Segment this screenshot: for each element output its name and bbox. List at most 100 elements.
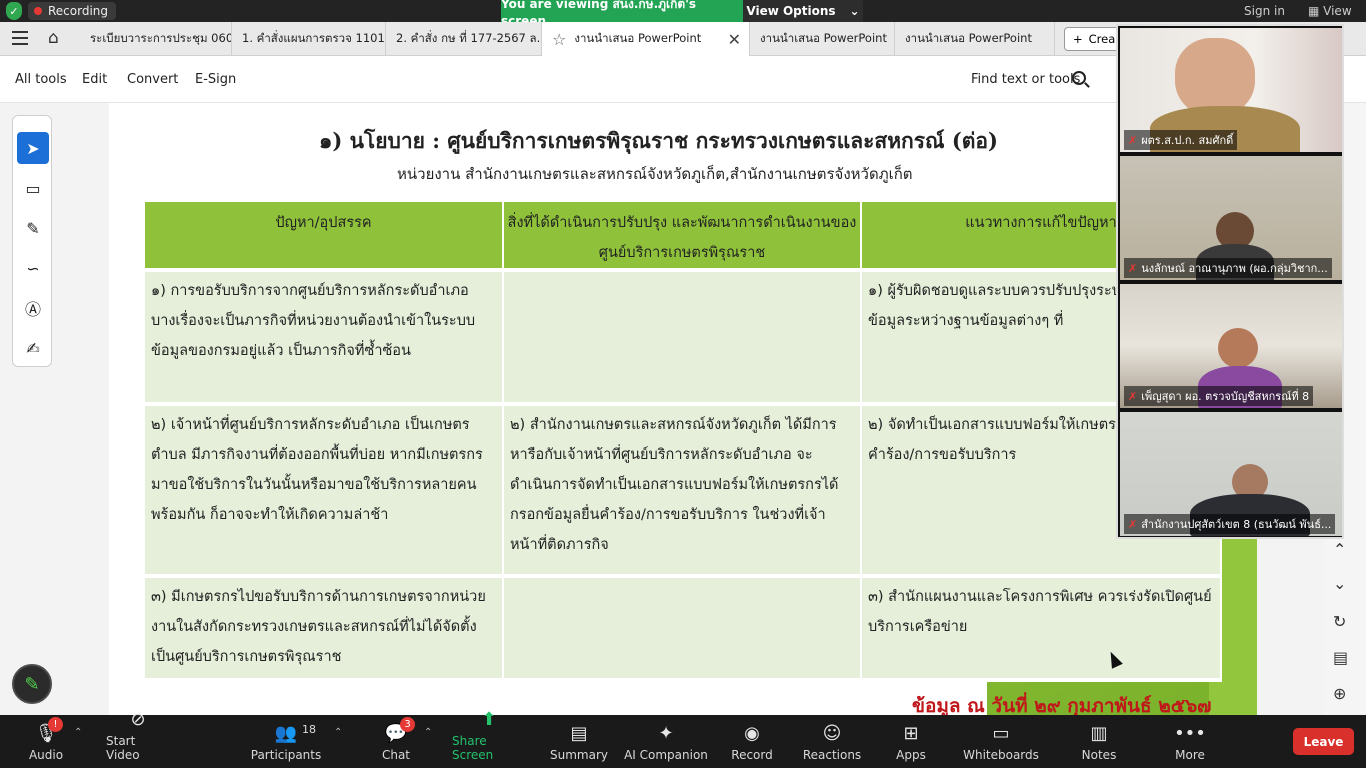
- meeting-toolbar: 🎙 Audio ! ⌃ ⊘ Start Video 👥 Participants…: [0, 709, 1366, 768]
- chevron-up-icon[interactable]: ⌃: [1333, 540, 1346, 559]
- close-icon[interactable]: ✕: [728, 30, 741, 49]
- record-label: Record: [731, 748, 773, 762]
- start-video-button[interactable]: ⊘ Start Video: [106, 709, 170, 768]
- create-label: Crea: [1088, 32, 1116, 46]
- plus-icon: +: [1073, 32, 1083, 46]
- summary-icon: ▤: [570, 723, 588, 744]
- video-tile[interactable]: ✗ เพ็ญสุดา ผอ. ตรวจบัญชีสหกรณ์ที่ 8: [1120, 284, 1342, 408]
- video-tile[interactable]: ✗ นงลักษณ์ อาณานุภาพ (ผอ.กลุ่มวิชาก...: [1120, 156, 1342, 280]
- tab-label: งานนำเสนอ PowerPoint: [760, 31, 887, 45]
- participant-name: ✗ นงลักษณ์ อาณานุภาพ (ผอ.กลุ่มวิชาก...: [1124, 258, 1332, 278]
- record-dot-icon: [34, 7, 42, 15]
- left-tool-palette: ➤ ▭ ✎ ∽ Ⓐ ✍: [12, 115, 52, 367]
- table-row: ๑) การขอรับบริการจากศูนย์บริการหลักระดับ…: [145, 270, 1222, 406]
- tab-label: ระเบียบวาระการประชุม 060...: [90, 31, 232, 45]
- share-screen-label: Share Screen: [452, 734, 494, 762]
- draw-freeform-icon[interactable]: ∽: [17, 252, 49, 284]
- mic-muted-icon: ✗: [1128, 134, 1138, 147]
- table-cell: [503, 270, 862, 406]
- tab-inspection-order[interactable]: 1. คำสั่งแผนการตรวจ 1101...: [232, 22, 386, 56]
- recording-indicator: ✓ Recording: [6, 2, 117, 20]
- whiteboards-label: Whiteboards: [963, 748, 1039, 762]
- audio-caret-icon[interactable]: ⌃: [74, 727, 82, 738]
- participants-caret-icon[interactable]: ⌃: [334, 727, 342, 738]
- fill-sign-icon[interactable]: ✍: [17, 332, 49, 364]
- menu-convert[interactable]: Convert: [127, 72, 178, 87]
- summary-label: Summary: [550, 748, 608, 762]
- tab-powerpoint-active[interactable]: ☆ งานนำเสนอ PowerPoint ✕: [542, 22, 750, 56]
- add-comment-icon[interactable]: ▭: [17, 172, 49, 204]
- whiteboards-button[interactable]: ▭ Whiteboards: [962, 715, 1040, 768]
- start-video-label: Start Video: [106, 734, 140, 762]
- home-icon[interactable]: ⌂: [48, 28, 59, 48]
- reactions-button[interactable]: ☺ Reactions: [802, 715, 862, 768]
- highlight-pen-icon[interactable]: ✎: [17, 212, 49, 244]
- reactions-label: Reactions: [802, 748, 862, 762]
- summary-button[interactable]: ▤ Summary: [550, 715, 608, 768]
- tab-label: 2. คำสั่ง กษ ที่ 177-2567 ล...: [396, 31, 542, 45]
- mic-muted-icon: ✗: [1128, 518, 1138, 531]
- find-tools-label[interactable]: Find text or tools: [971, 72, 1080, 87]
- tab-agenda[interactable]: ระเบียบวาระการประชุม 060...: [80, 22, 232, 56]
- sign-in-link[interactable]: Sign in: [1244, 4, 1285, 18]
- notes-icon: ▥: [1090, 723, 1108, 744]
- notes-button[interactable]: ▥ Notes: [1080, 715, 1118, 768]
- tab-label: 1. คำสั่งแผนการตรวจ 1101...: [242, 31, 386, 45]
- table-row: ๓) มีเกษตรกรไปขอรับบริการด้านการเกษตรจาก…: [145, 576, 1222, 682]
- participants-label: Participants: [250, 748, 322, 762]
- tab-powerpoint-3[interactable]: งานนำเสนอ PowerPoint: [895, 22, 1055, 56]
- select-cursor-icon[interactable]: ➤: [17, 132, 49, 164]
- edit-pen-icon[interactable]: ✎: [12, 664, 52, 704]
- hamburger-icon[interactable]: [12, 31, 28, 45]
- tab-ministry-order[interactable]: 2. คำสั่ง กษ ที่ 177-2567 ล...: [386, 22, 542, 56]
- audio-alert-badge: !: [48, 717, 63, 732]
- video-tile[interactable]: ✗ สำนักงานปศุสัตว์เขต 8 (ธนวัฒน์ พันธ์...: [1120, 412, 1342, 536]
- notes-label: Notes: [1081, 748, 1117, 762]
- participant-name: ✗ ผตร.ส.ป.ก. สมศักดิ์: [1124, 130, 1238, 150]
- tab-label: งานนำเสนอ PowerPoint: [905, 31, 1032, 45]
- refresh-icon[interactable]: ↻: [1333, 612, 1346, 631]
- text-box-icon[interactable]: Ⓐ: [17, 292, 49, 324]
- search-icon[interactable]: [1072, 71, 1086, 85]
- leave-button[interactable]: Leave: [1293, 728, 1354, 755]
- recording-pill[interactable]: Recording: [28, 2, 117, 20]
- table-cell: ๑) การขอรับบริการจากศูนย์บริการหลักระดับ…: [145, 270, 504, 406]
- menu-all-tools[interactable]: All tools: [15, 72, 67, 87]
- slide-subtitle: หน่วยงาน สำนักงานเกษตรและสหกรณ์จังหวัดภู…: [397, 165, 913, 183]
- zoom-in-icon[interactable]: ⊕: [1333, 684, 1346, 703]
- menu-esign[interactable]: E-Sign: [195, 72, 236, 87]
- slide-title: ๑) นโยบาย : ศูนย์บริการเกษตรพิรุณราช กระ…: [319, 128, 998, 153]
- apps-icon: ⊞: [903, 723, 919, 744]
- record-button[interactable]: ◉ Record: [730, 715, 774, 768]
- shield-icon: ✓: [6, 2, 22, 20]
- chat-count-badge: 3: [400, 717, 415, 732]
- star-icon[interactable]: ☆: [552, 30, 566, 49]
- page-icon[interactable]: ▤: [1333, 648, 1348, 667]
- ai-companion-button[interactable]: ✦ AI Companion: [624, 715, 708, 768]
- slide-date: ข้อมูล ณ วันที่ ๒๙ กุมภาพันธ์ ๒๕๖๗: [912, 695, 1212, 715]
- chat-button[interactable]: 💬 Chat 3: [380, 715, 415, 768]
- more-button[interactable]: ••• More: [1172, 715, 1208, 768]
- view-button[interactable]: ▦ View: [1308, 4, 1352, 18]
- chat-label: Chat: [381, 748, 411, 762]
- ai-companion-label: AI Companion: [624, 748, 708, 762]
- participants-button[interactable]: 👥 Participants 18: [251, 715, 322, 768]
- table-cell: ๒) สำนักงานเกษตรและสหกรณ์จังหวัดภูเก็ต ไ…: [503, 404, 862, 578]
- share-screen-button[interactable]: ⬆ Share Screen: [452, 709, 526, 768]
- chevron-down-icon[interactable]: ⌄: [1333, 574, 1346, 593]
- participant-face: [1175, 38, 1255, 116]
- sparkle-icon: ✦: [658, 723, 674, 744]
- table-cell: ๓) สำนักแผนงานและโครงการพิเศษ ควรเร่งรัด…: [861, 576, 1222, 682]
- audio-label: Audio: [28, 748, 64, 762]
- audio-button[interactable]: 🎙 Audio !: [24, 715, 68, 768]
- more-label: More: [1175, 748, 1205, 762]
- participant-name: ✗ สำนักงานปศุสัตว์เขต 8 (ธนวัฒน์ พันธ์...: [1124, 514, 1336, 534]
- create-button[interactable]: + Crea: [1064, 27, 1124, 51]
- tab-powerpoint-2[interactable]: งานนำเสนอ PowerPoint: [750, 22, 895, 56]
- apps-button[interactable]: ⊞ Apps: [894, 715, 928, 768]
- menu-edit[interactable]: Edit: [82, 72, 107, 87]
- video-tile[interactable]: ✗ ผตร.ส.ป.ก. สมศักดิ์: [1120, 28, 1342, 152]
- view-options-button[interactable]: View Options ⌄: [743, 0, 863, 22]
- tab-label: งานนำเสนอ PowerPoint: [574, 31, 702, 45]
- chat-caret-icon[interactable]: ⌃: [424, 727, 432, 738]
